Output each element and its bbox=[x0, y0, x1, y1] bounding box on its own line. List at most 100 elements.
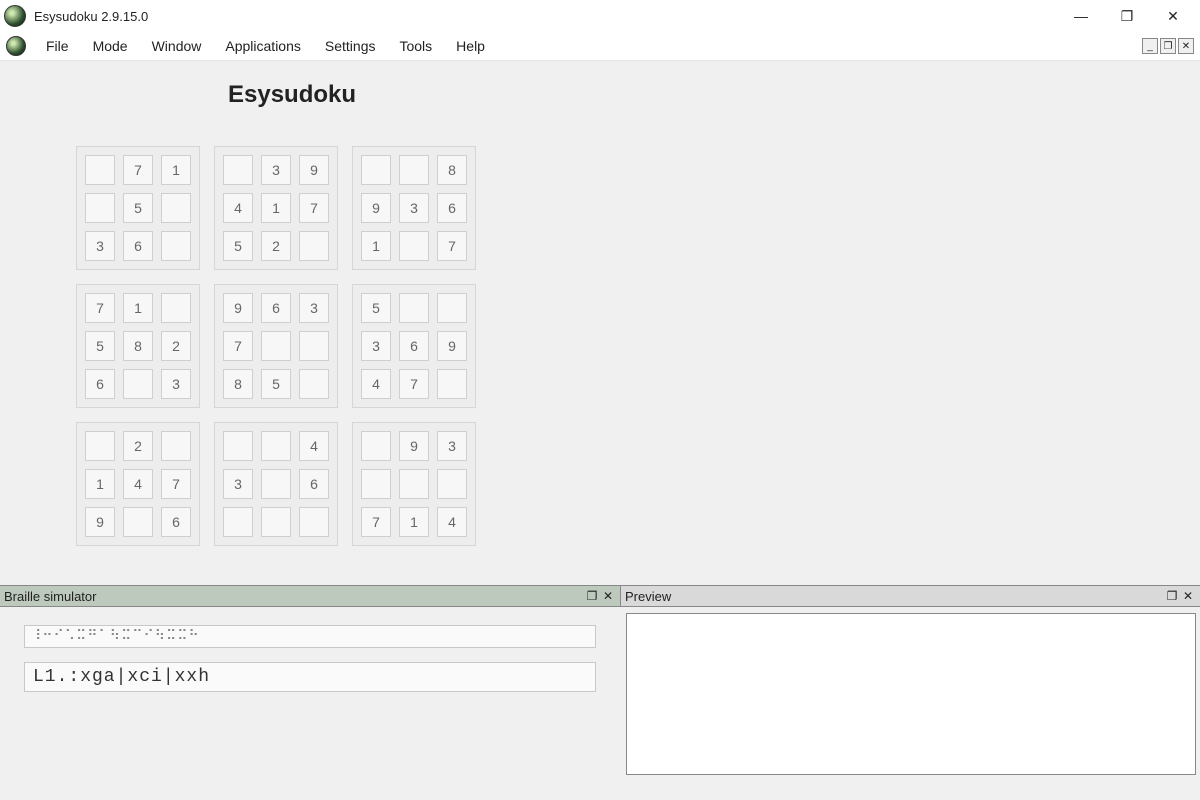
sudoku-cell-7-3[interactable]: 3 bbox=[223, 469, 253, 499]
sudoku-cell-8-4[interactable] bbox=[261, 507, 291, 537]
menu-help[interactable]: Help bbox=[444, 32, 497, 60]
sudoku-cell-1-2[interactable] bbox=[161, 193, 191, 223]
sudoku-cell-0-3[interactable] bbox=[223, 155, 253, 185]
sudoku-cell-3-7[interactable] bbox=[399, 293, 429, 323]
menu-applications[interactable]: Applications bbox=[213, 32, 313, 60]
sudoku-cell-8-3[interactable] bbox=[223, 507, 253, 537]
sudoku-cell-8-5[interactable] bbox=[299, 507, 329, 537]
sudoku-cell-2-5[interactable] bbox=[299, 231, 329, 261]
sudoku-cell-3-2[interactable] bbox=[161, 293, 191, 323]
sudoku-cell-6-2[interactable] bbox=[161, 431, 191, 461]
close-button[interactable]: ✕ bbox=[1150, 0, 1196, 32]
sudoku-cell-8-8[interactable]: 4 bbox=[437, 507, 467, 537]
sudoku-cell-4-8[interactable]: 9 bbox=[437, 331, 467, 361]
sudoku-cell-7-6[interactable] bbox=[361, 469, 391, 499]
sudoku-cell-1-3[interactable]: 4 bbox=[223, 193, 253, 223]
sudoku-cell-2-4[interactable]: 2 bbox=[261, 231, 291, 261]
sudoku-cell-3-0[interactable]: 7 bbox=[85, 293, 115, 323]
sudoku-cell-5-6[interactable]: 4 bbox=[361, 369, 391, 399]
sudoku-cell-0-7[interactable] bbox=[399, 155, 429, 185]
sudoku-cell-7-7[interactable] bbox=[399, 469, 429, 499]
sudoku-cell-8-0[interactable]: 9 bbox=[85, 507, 115, 537]
sudoku-cell-7-2[interactable]: 7 bbox=[161, 469, 191, 499]
menu-mode[interactable]: Mode bbox=[81, 32, 140, 60]
sudoku-cell-2-0[interactable]: 3 bbox=[85, 231, 115, 261]
sudoku-cell-4-7[interactable]: 6 bbox=[399, 331, 429, 361]
sudoku-cell-4-3[interactable]: 7 bbox=[223, 331, 253, 361]
sudoku-cell-0-4[interactable]: 3 bbox=[261, 155, 291, 185]
maximize-button[interactable]: ❐ bbox=[1104, 0, 1150, 32]
sudoku-cell-7-5[interactable]: 6 bbox=[299, 469, 329, 499]
sudoku-cell-7-8[interactable] bbox=[437, 469, 467, 499]
sudoku-cell-8-7[interactable]: 1 bbox=[399, 507, 429, 537]
sudoku-cell-6-3[interactable] bbox=[223, 431, 253, 461]
braille-pane-dock-button[interactable]: ❐ bbox=[584, 588, 600, 604]
preview-pane-close-button[interactable]: ✕ bbox=[1180, 588, 1196, 604]
braille-pane-close-button[interactable]: ✕ bbox=[600, 588, 616, 604]
menu-settings[interactable]: Settings bbox=[313, 32, 388, 60]
sudoku-cell-2-7[interactable] bbox=[399, 231, 429, 261]
sudoku-cell-1-7[interactable]: 3 bbox=[399, 193, 429, 223]
sudoku-cell-4-2[interactable]: 2 bbox=[161, 331, 191, 361]
sudoku-cell-5-0[interactable]: 6 bbox=[85, 369, 115, 399]
sudoku-cell-5-7[interactable]: 7 bbox=[399, 369, 429, 399]
doc-minimize-button[interactable]: _ bbox=[1142, 38, 1158, 54]
sudoku-cell-4-4[interactable] bbox=[261, 331, 291, 361]
sudoku-cell-3-3[interactable]: 9 bbox=[223, 293, 253, 323]
sudoku-cell-8-6[interactable]: 7 bbox=[361, 507, 391, 537]
sudoku-cell-5-8[interactable] bbox=[437, 369, 467, 399]
sudoku-cell-2-2[interactable] bbox=[161, 231, 191, 261]
sudoku-cell-3-5[interactable]: 3 bbox=[299, 293, 329, 323]
sudoku-cell-6-7[interactable]: 9 bbox=[399, 431, 429, 461]
sudoku-cell-6-6[interactable] bbox=[361, 431, 391, 461]
sudoku-cell-0-6[interactable] bbox=[361, 155, 391, 185]
sudoku-cell-3-6[interactable]: 5 bbox=[361, 293, 391, 323]
doc-maximize-button[interactable]: ❐ bbox=[1160, 38, 1176, 54]
sudoku-cell-5-4[interactable]: 5 bbox=[261, 369, 291, 399]
sudoku-cell-2-1[interactable]: 6 bbox=[123, 231, 153, 261]
sudoku-cell-5-5[interactable] bbox=[299, 369, 329, 399]
sudoku-cell-1-5[interactable]: 7 bbox=[299, 193, 329, 223]
sudoku-cell-5-1[interactable] bbox=[123, 369, 153, 399]
doc-close-button[interactable]: ✕ bbox=[1178, 38, 1194, 54]
sudoku-cell-3-4[interactable]: 6 bbox=[261, 293, 291, 323]
sudoku-cell-1-8[interactable]: 6 bbox=[437, 193, 467, 223]
sudoku-cell-6-8[interactable]: 3 bbox=[437, 431, 467, 461]
minimize-button[interactable]: — bbox=[1058, 0, 1104, 32]
sudoku-cell-7-4[interactable] bbox=[261, 469, 291, 499]
preview-pane-dock-button[interactable]: ❐ bbox=[1164, 588, 1180, 604]
sudoku-box-0-1: 39 417 52 bbox=[214, 146, 338, 270]
sudoku-cell-7-1[interactable]: 4 bbox=[123, 469, 153, 499]
sudoku-cell-6-5[interactable]: 4 bbox=[299, 431, 329, 461]
sudoku-cell-4-5[interactable] bbox=[299, 331, 329, 361]
sudoku-cell-4-0[interactable]: 5 bbox=[85, 331, 115, 361]
sudoku-cell-4-6[interactable]: 3 bbox=[361, 331, 391, 361]
sudoku-cell-6-4[interactable] bbox=[261, 431, 291, 461]
sudoku-cell-1-6[interactable]: 9 bbox=[361, 193, 391, 223]
sudoku-cell-0-0[interactable] bbox=[85, 155, 115, 185]
sudoku-cell-1-4[interactable]: 1 bbox=[261, 193, 291, 223]
sudoku-cell-0-8[interactable]: 8 bbox=[437, 155, 467, 185]
sudoku-cell-1-0[interactable] bbox=[85, 193, 115, 223]
preview-pane: Preview ❐ ✕ bbox=[620, 585, 1200, 800]
sudoku-cell-5-3[interactable]: 8 bbox=[223, 369, 253, 399]
sudoku-cell-2-3[interactable]: 5 bbox=[223, 231, 253, 261]
sudoku-cell-0-5[interactable]: 9 bbox=[299, 155, 329, 185]
sudoku-cell-3-1[interactable]: 1 bbox=[123, 293, 153, 323]
menu-file[interactable]: File bbox=[34, 32, 81, 60]
sudoku-cell-2-6[interactable]: 1 bbox=[361, 231, 391, 261]
menu-tools[interactable]: Tools bbox=[387, 32, 444, 60]
sudoku-cell-8-2[interactable]: 6 bbox=[161, 507, 191, 537]
sudoku-cell-3-8[interactable] bbox=[437, 293, 467, 323]
sudoku-cell-4-1[interactable]: 8 bbox=[123, 331, 153, 361]
sudoku-cell-1-1[interactable]: 5 bbox=[123, 193, 153, 223]
sudoku-cell-6-0[interactable] bbox=[85, 431, 115, 461]
sudoku-cell-6-1[interactable]: 2 bbox=[123, 431, 153, 461]
sudoku-cell-0-1[interactable]: 7 bbox=[123, 155, 153, 185]
sudoku-cell-5-2[interactable]: 3 bbox=[161, 369, 191, 399]
sudoku-cell-2-8[interactable]: 7 bbox=[437, 231, 467, 261]
sudoku-cell-0-2[interactable]: 1 bbox=[161, 155, 191, 185]
sudoku-cell-8-1[interactable] bbox=[123, 507, 153, 537]
sudoku-cell-7-0[interactable]: 1 bbox=[85, 469, 115, 499]
menu-window[interactable]: Window bbox=[140, 32, 214, 60]
